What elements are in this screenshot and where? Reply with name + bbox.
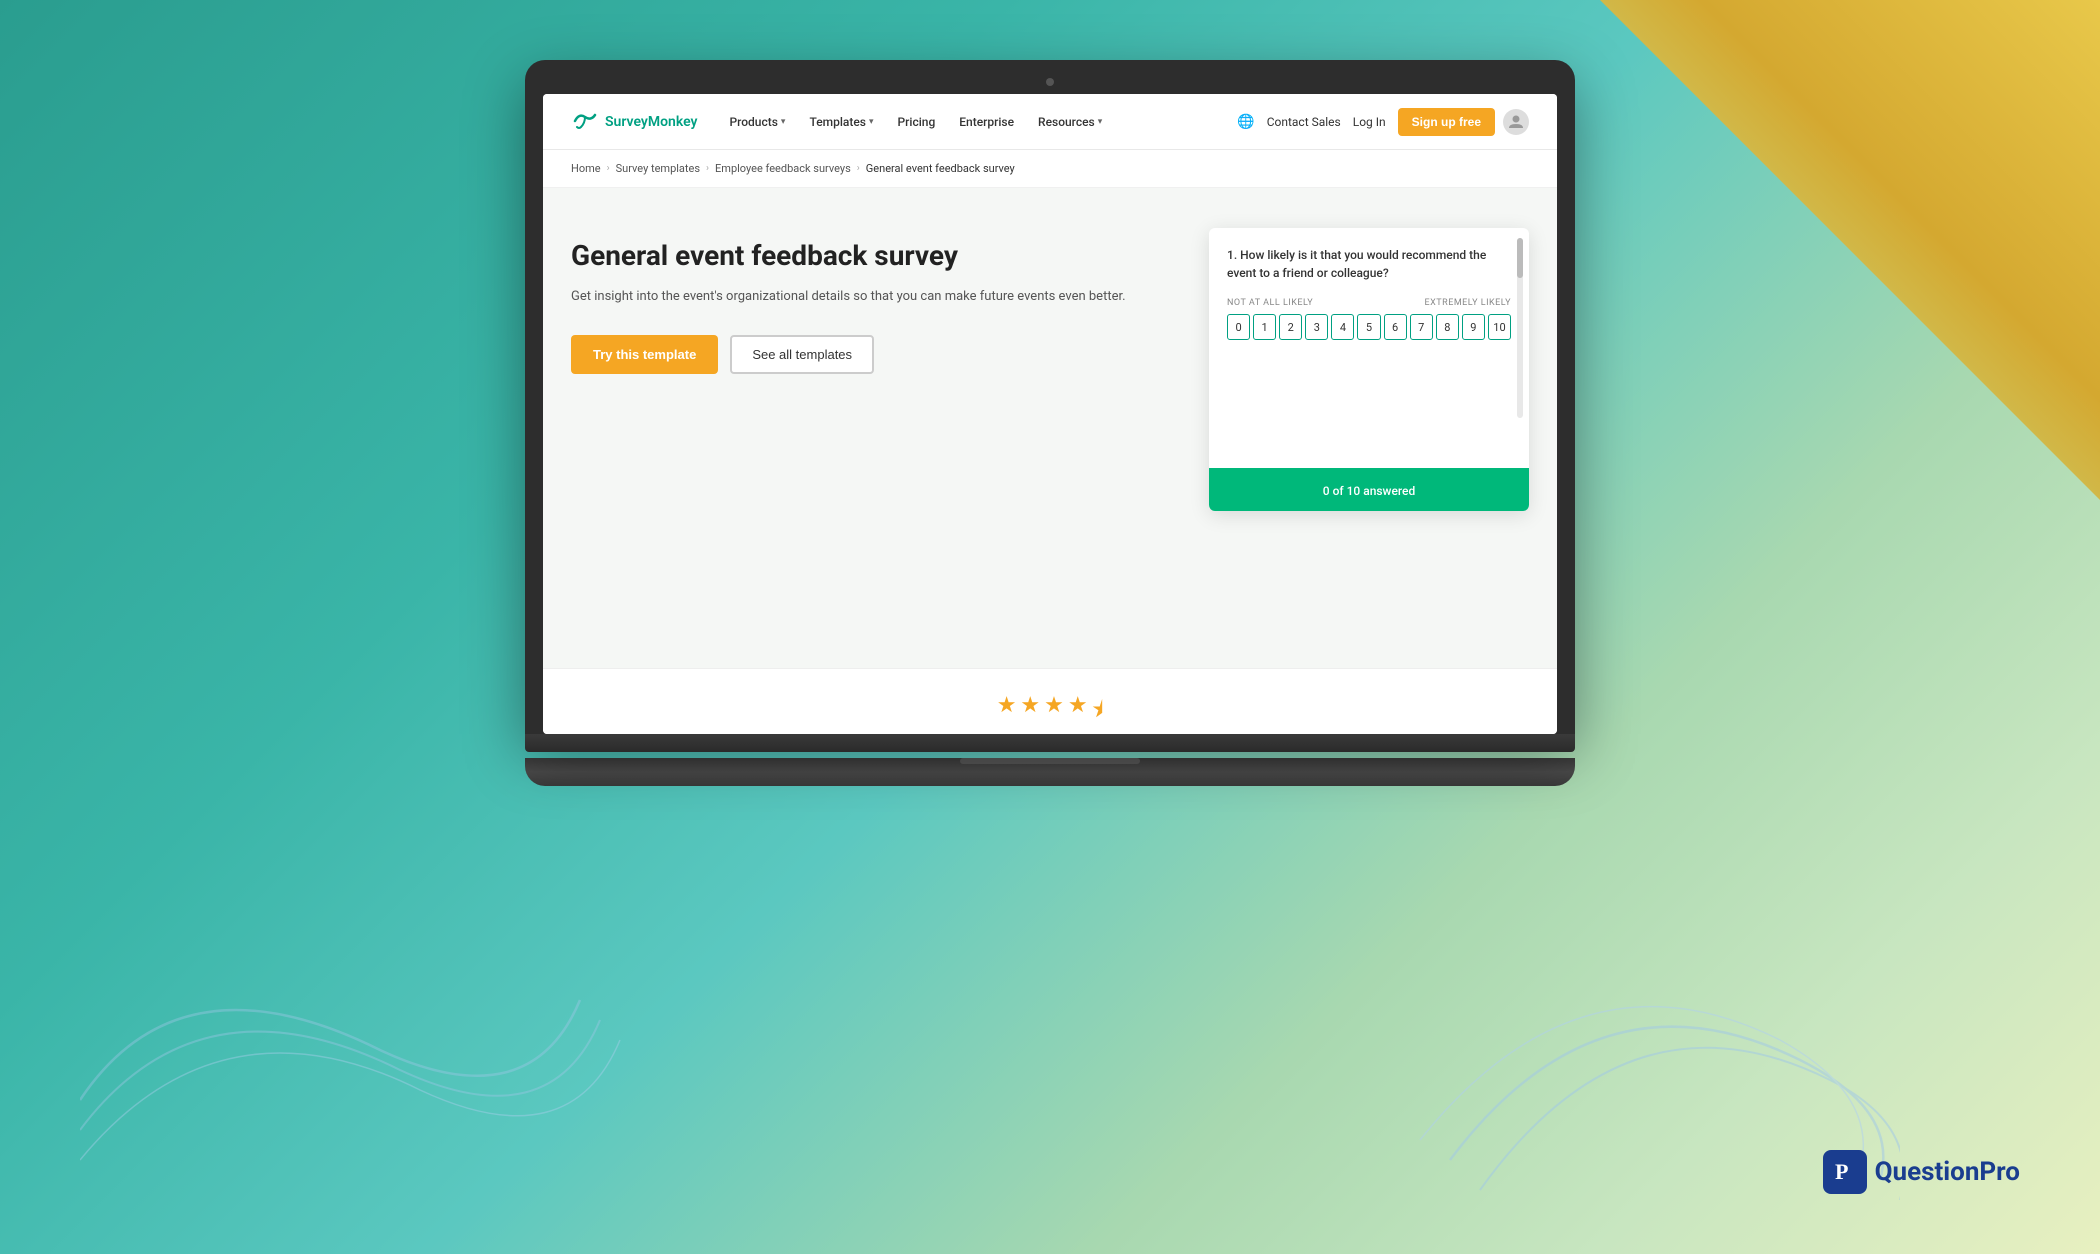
survey-description: Get insight into the event's organizatio… — [571, 287, 1169, 307]
nav-resources[interactable]: Resources ▾ — [1030, 111, 1110, 133]
scale-num-1[interactable]: 1 — [1253, 314, 1276, 340]
breadcrumb-current: General event feedback survey — [866, 162, 1015, 175]
nav-enterprise[interactable]: Enterprise — [951, 111, 1022, 133]
contact-sales-link[interactable]: Contact Sales — [1267, 115, 1341, 129]
survey-footer: 0 of 10 answered — [1209, 468, 1529, 511]
avatar[interactable] — [1503, 109, 1529, 135]
try-template-button[interactable]: Try this template — [571, 335, 718, 374]
chevron-down-icon: ▾ — [1098, 117, 1103, 127]
breadcrumb-survey-templates[interactable]: Survey templates — [616, 162, 700, 175]
scale-num-5[interactable]: 5 — [1357, 314, 1380, 340]
main-content: General event feedback survey Get insigh… — [543, 188, 1557, 668]
scale-num-7[interactable]: 7 — [1410, 314, 1433, 340]
rating-section: ★ ★ ★ ★ ⯨ SurveyMonkey is rated 4.5 out … — [543, 668, 1557, 734]
logo-text: SurveyMonkey — [605, 114, 697, 130]
chevron-down-icon: ▾ — [781, 117, 786, 127]
scale-num-3[interactable]: 3 — [1305, 314, 1328, 340]
stars-row: ★ ★ ★ ★ ⯨ — [571, 693, 1529, 731]
see-all-templates-button[interactable]: See all templates — [730, 335, 874, 374]
scale-numbers: 0 1 2 3 4 5 6 7 8 9 — [1227, 314, 1511, 340]
laptop-touchpad — [960, 758, 1140, 764]
survey-preview-card: 1. How likely is it that you would recom… — [1209, 228, 1529, 511]
scrollbar[interactable] — [1517, 238, 1523, 418]
survey-preview-scroll: 1. How likely is it that you would recom… — [1209, 228, 1529, 468]
star-3: ★ — [1044, 693, 1064, 731]
star-4: ★ — [1068, 693, 1088, 731]
navbar: SurveyMonkey Products ▾ Templates ▾ Pric… — [543, 94, 1557, 150]
breadcrumb-sep-3: › — [857, 163, 860, 174]
signup-button[interactable]: Sign up free — [1398, 108, 1495, 136]
laptop-bottom — [525, 758, 1575, 786]
laptop-base — [525, 734, 1575, 752]
decorative-curves-bl — [80, 900, 680, 1254]
laptop-screen: SurveyMonkey Products ▾ Templates ▾ Pric… — [543, 94, 1557, 734]
laptop-body: SurveyMonkey Products ▾ Templates ▾ Pric… — [525, 60, 1575, 734]
questionpro-logo: P QuestionPro — [1823, 1150, 2020, 1194]
laptop-camera — [1046, 78, 1054, 86]
scale-num-8[interactable]: 8 — [1436, 314, 1459, 340]
chevron-down-icon: ▾ — [869, 117, 874, 127]
nav-templates[interactable]: Templates ▾ — [801, 111, 881, 133]
logo-area[interactable]: SurveyMonkey — [571, 111, 697, 133]
scale-num-2[interactable]: 2 — [1279, 314, 1302, 340]
star-half: ⯨ — [1092, 693, 1104, 731]
questionpro-icon: P — [1823, 1150, 1867, 1194]
screen-content: SurveyMonkey Products ▾ Templates ▾ Pric… — [543, 94, 1557, 734]
breadcrumb: Home › Survey templates › Employee feedb… — [543, 150, 1557, 188]
logo-icon — [571, 111, 599, 133]
scale-num-10[interactable]: 10 — [1488, 314, 1511, 340]
scale-num-0[interactable]: 0 — [1227, 314, 1250, 340]
breadcrumb-employee-feedback[interactable]: Employee feedback surveys — [715, 162, 851, 175]
nav-products[interactable]: Products ▾ — [721, 111, 793, 133]
left-section: General event feedback survey Get insigh… — [571, 228, 1169, 374]
star-1: ★ — [997, 693, 1017, 731]
button-row: Try this template See all templates — [571, 335, 1169, 374]
scale-label-right: EXTREMELY LIKELY — [1425, 298, 1511, 308]
laptop-container: SurveyMonkey Products ▾ Templates ▾ Pric… — [525, 60, 1575, 786]
breadcrumb-sep-1: › — [607, 163, 610, 174]
svg-text:P: P — [1835, 1159, 1848, 1184]
survey-question: 1. How likely is it that you would recom… — [1227, 246, 1511, 282]
scale-labels: NOT AT ALL LIKELY EXTREMELY LIKELY — [1227, 298, 1511, 308]
scale-label-left: NOT AT ALL LIKELY — [1227, 298, 1313, 308]
nav-right: 🌐 Contact Sales Log In Sign up free — [1237, 108, 1495, 136]
survey-title: General event feedback survey — [571, 238, 1169, 273]
breadcrumb-home[interactable]: Home — [571, 162, 601, 175]
questionpro-text: QuestionPro — [1875, 1157, 2020, 1187]
star-2: ★ — [1020, 693, 1040, 731]
scale-num-4[interactable]: 4 — [1331, 314, 1354, 340]
answered-count: 0 of 10 answered — [1323, 484, 1415, 498]
scrollbar-thumb — [1517, 238, 1523, 278]
survey-preview-inner: 1. How likely is it that you would recom… — [1209, 228, 1529, 350]
scale-num-6[interactable]: 6 — [1384, 314, 1407, 340]
globe-icon[interactable]: 🌐 — [1237, 114, 1254, 130]
scale-num-9[interactable]: 9 — [1462, 314, 1485, 340]
login-button[interactable]: Log In — [1353, 115, 1386, 129]
breadcrumb-sep-2: › — [706, 163, 709, 174]
nav-pricing[interactable]: Pricing — [890, 111, 944, 133]
